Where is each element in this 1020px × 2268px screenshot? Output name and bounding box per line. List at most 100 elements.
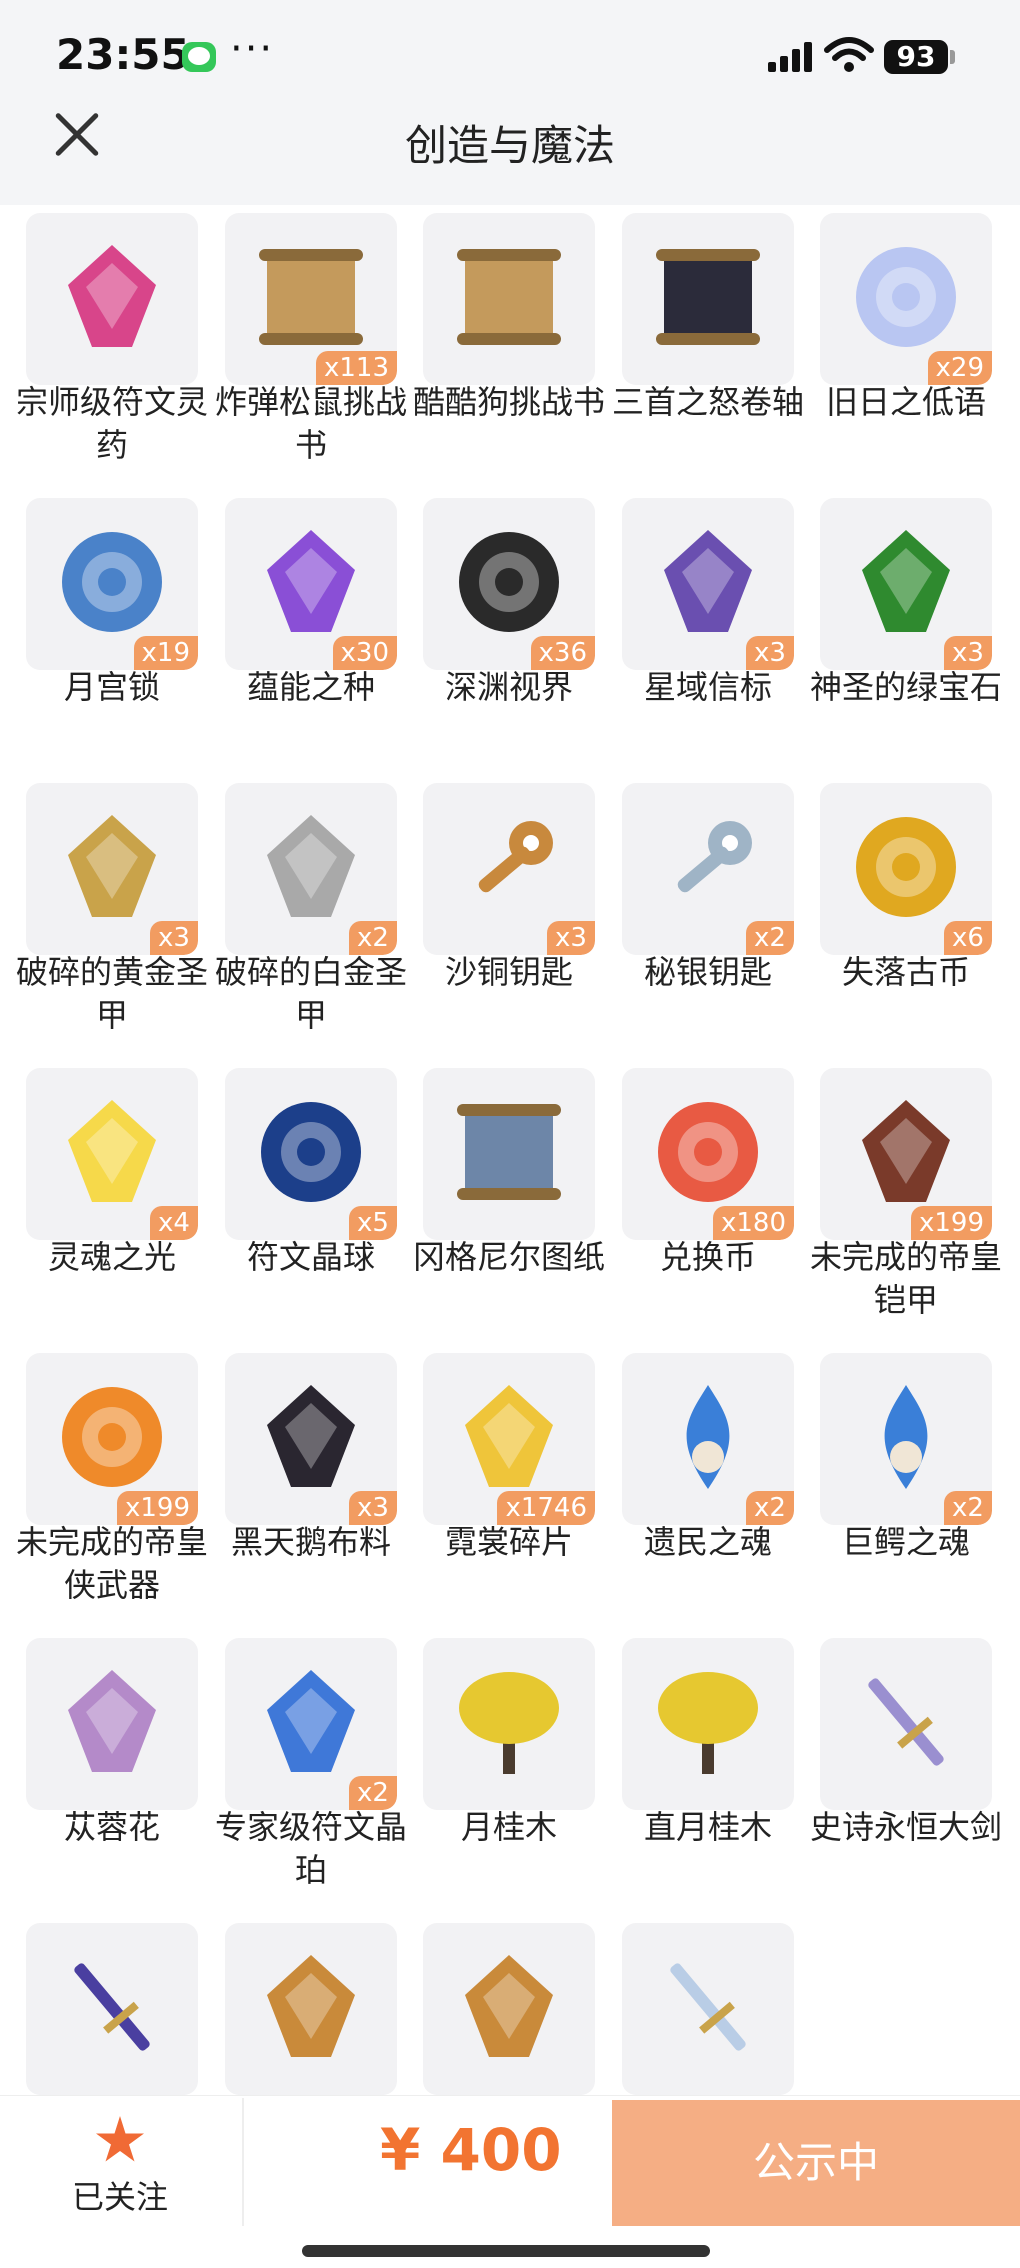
quantity-badge: x30: [332, 636, 397, 670]
item-card[interactable]: x2 秘银钥匙: [622, 775, 794, 1045]
item-thumbnail: [622, 1923, 794, 2095]
item-card[interactable]: [225, 1915, 397, 2095]
item-name: 苁蓉花: [63, 1808, 160, 1846]
quantity-badge: x3: [746, 636, 794, 670]
item-name: 史诗永恒大剑: [809, 1808, 1002, 1846]
item-card[interactable]: x113 炸弹松鼠挑战书: [215, 205, 407, 475]
item-name: 兑换币: [659, 1238, 756, 1276]
top-bar: 23:55 ··· 93 创造与魔法: [0, 0, 1020, 205]
item-thumbnail: [26, 1923, 198, 2095]
quantity-badge: x3: [150, 921, 198, 955]
item-card[interactable]: x36 深渊视界: [423, 490, 595, 760]
fire-gear-icon: [52, 1377, 172, 1501]
greatsword-icon: [846, 1662, 966, 1786]
item-card[interactable]: 宗师级符文灵药: [16, 205, 208, 475]
glowing-orb-icon: [846, 237, 966, 361]
item-thumbnail: x6: [820, 783, 992, 955]
status-button[interactable]: 公示中: [612, 2100, 1020, 2226]
item-card[interactable]: x30 蕴能之种: [225, 490, 397, 760]
item-thumbnail: [423, 1068, 595, 1240]
purple-crystal-icon: [251, 522, 371, 646]
item-name: 灵魂之光: [47, 1238, 176, 1276]
item-card[interactable]: x180 兑换币: [622, 1060, 794, 1330]
item-name: 霓裳碎片: [444, 1523, 573, 1561]
item-card[interactable]: x3 破碎的黄金圣甲: [16, 775, 208, 1045]
quantity-badge: x199: [116, 1491, 198, 1525]
item-card[interactable]: 直月桂木: [622, 1630, 794, 1900]
item-card[interactable]: [622, 1915, 794, 2095]
item-card[interactable]: 月桂木: [423, 1630, 595, 1900]
item-card[interactable]: x2 破碎的白金圣甲: [215, 775, 407, 1045]
item-name: 沙铜钥匙: [444, 953, 573, 991]
quantity-badge: x2: [944, 1491, 992, 1525]
price: ¥ 400: [380, 2116, 562, 2184]
item-card[interactable]: x5 符文晶球: [225, 1060, 397, 1330]
item-thumbnail: x3: [820, 498, 992, 670]
golden-tree-icon: [648, 1662, 768, 1786]
item-card[interactable]: 冈格尼尔图纸: [413, 1060, 605, 1330]
item-card[interactable]: x1746 霓裳碎片: [423, 1345, 595, 1615]
gold-emblem-icon: [251, 1947, 371, 2071]
star-icon: [96, 2116, 144, 2162]
abyss-sun-icon: [449, 522, 569, 646]
message-app-icon: [182, 42, 216, 72]
item-thumbnail: x5: [225, 1068, 397, 1240]
page-title: 创造与魔法: [404, 121, 615, 170]
dark-scroll-icon: [648, 237, 768, 361]
item-card[interactable]: x3 星域信标: [622, 490, 794, 760]
item-card[interactable]: x2 专家级符文晶珀: [215, 1630, 407, 1900]
blue-lock-icon: [52, 522, 172, 646]
follow-button[interactable]: 已关注: [60, 2116, 180, 2216]
item-thumbnail: x2: [225, 783, 397, 955]
quantity-badge: x5: [349, 1206, 397, 1240]
item-thumbnail: [820, 1638, 992, 1810]
item-card[interactable]: x2 巨鳄之魂: [820, 1345, 992, 1615]
item-card[interactable]: x199 未完成的帝皇铠甲: [810, 1060, 1002, 1330]
item-card[interactable]: x19 月宫锁: [26, 490, 198, 760]
item-card[interactable]: x6 失落古币: [820, 775, 992, 1045]
item-card[interactable]: x29 旧日之低语: [820, 205, 992, 475]
emerald-icon: [846, 522, 966, 646]
crystal-blade-icon: [648, 1947, 768, 2071]
item-name: 符文晶球: [246, 1238, 375, 1276]
item-card[interactable]: [26, 1915, 198, 2095]
soul-light-icon: [52, 1092, 172, 1216]
item-card[interactable]: 史诗永恒大剑: [810, 1630, 1002, 1900]
quantity-badge: x3: [349, 1491, 397, 1525]
item-name: 蕴能之种: [246, 668, 375, 706]
item-thumbnail: x36: [423, 498, 595, 670]
item-name: 旧日之低语: [825, 383, 986, 421]
item-name: 秘银钥匙: [643, 953, 772, 991]
heart-potion-icon: [52, 237, 172, 361]
item-card[interactable]: 苁蓉花: [26, 1630, 198, 1900]
item-thumbnail: [622, 213, 794, 385]
battery-indicator: 93: [884, 40, 948, 74]
item-card[interactable]: [423, 1915, 595, 2095]
item-name: 月宫锁: [63, 668, 160, 706]
item-thumbnail: [26, 213, 198, 385]
quantity-badge: x6: [944, 921, 992, 955]
cellular-signal-icon: [768, 40, 814, 72]
rune-amber-icon: [251, 1662, 371, 1786]
item-card[interactable]: 酷酷狗挑战书: [413, 205, 605, 475]
gold-coin-icon: [846, 807, 966, 931]
item-card[interactable]: x199 未完成的帝皇侠武器: [16, 1345, 208, 1615]
item-thumbnail: [26, 1638, 198, 1810]
item-thumbnail: [423, 1638, 595, 1810]
quantity-badge: x4: [150, 1206, 198, 1240]
item-card[interactable]: x4 灵魂之光: [26, 1060, 198, 1330]
quantity-badge: x19: [133, 636, 198, 670]
quantity-badge: x3: [944, 636, 992, 670]
item-card[interactable]: x3 黑天鹅布料: [225, 1345, 397, 1615]
gold-emblem-icon: [449, 1947, 569, 2071]
black-cloth-icon: [251, 1377, 371, 1501]
item-name: 巨鳄之魂: [841, 1523, 970, 1561]
item-card[interactable]: x3 神圣的绿宝石: [810, 490, 1002, 760]
quantity-badge: x2: [349, 921, 397, 955]
item-card[interactable]: x3 沙铜钥匙: [423, 775, 595, 1045]
item-name: 神圣的绿宝石: [809, 668, 1002, 706]
item-card[interactable]: 三首之怒卷轴: [612, 205, 804, 475]
quantity-badge: x199: [910, 1206, 992, 1240]
item-name: 直月桂木: [643, 1808, 772, 1846]
item-card[interactable]: x2 遗民之魂: [622, 1345, 794, 1615]
